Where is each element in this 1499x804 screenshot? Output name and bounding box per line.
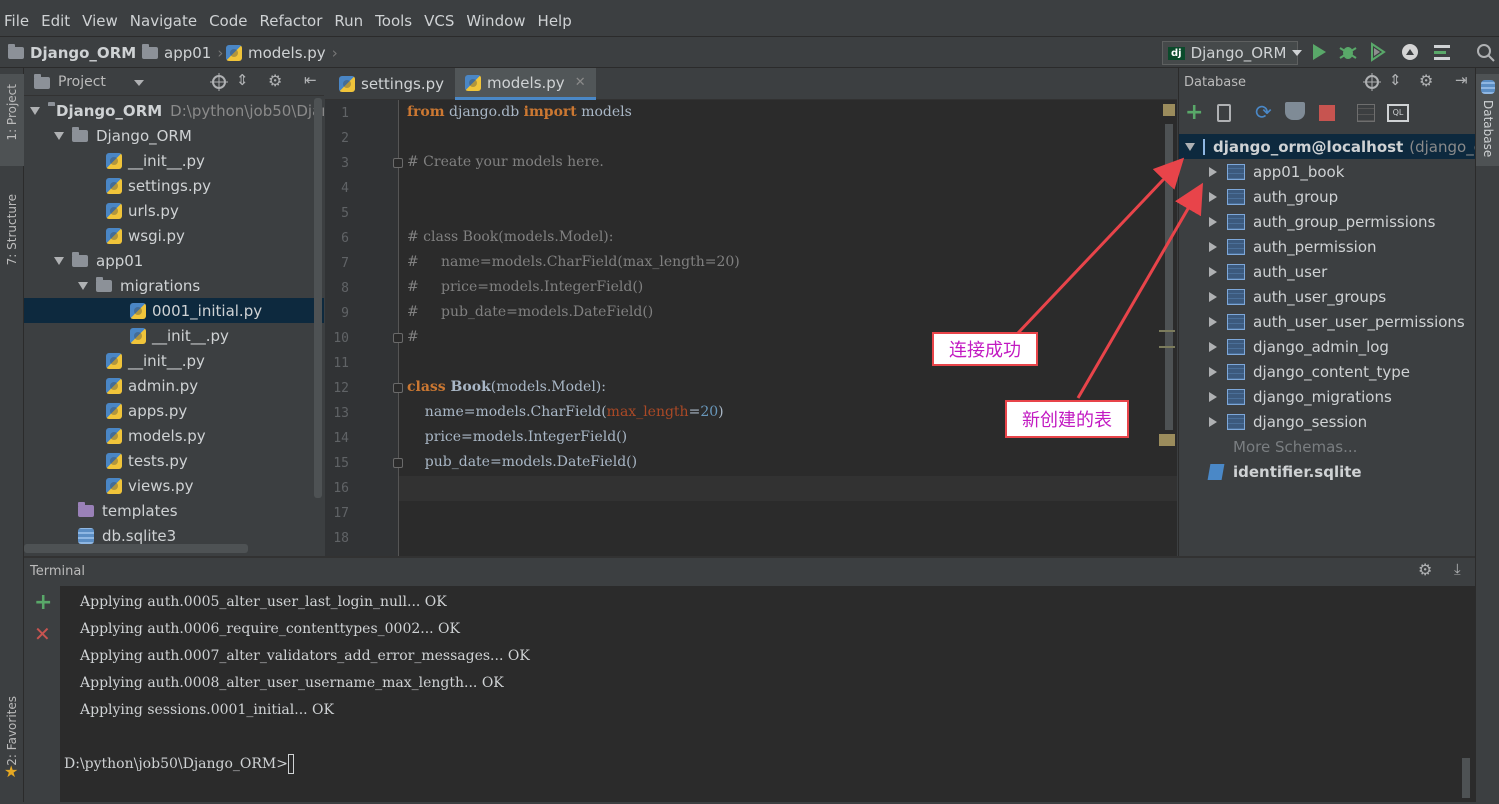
annotation-new-tables: 新创建的表 xyxy=(1005,400,1129,438)
arrow-to-connection xyxy=(1016,157,1185,335)
annotation-arrows xyxy=(1016,157,1204,399)
arrow-to-tables xyxy=(1076,182,1204,399)
annotation-connected: 连接成功 xyxy=(932,332,1038,366)
